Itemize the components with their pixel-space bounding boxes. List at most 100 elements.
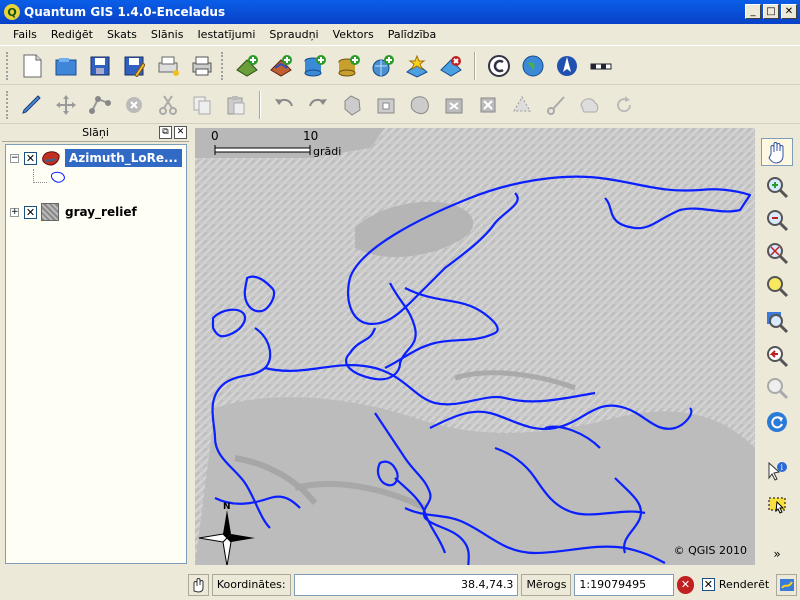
north-arrow-icon[interactable]	[553, 52, 581, 80]
select-features-icon[interactable]	[761, 490, 793, 518]
toolbar-grip-3[interactable]	[6, 90, 9, 119]
toolbar-separator-2	[259, 90, 261, 119]
copy-features-icon[interactable]	[188, 91, 216, 119]
save-as-icon[interactable]	[120, 52, 148, 80]
svg-text:i: i	[781, 463, 784, 472]
zoom-in-icon[interactable]	[761, 173, 793, 201]
new-vector-layer-icon[interactable]	[403, 52, 431, 80]
render-checkbox-group[interactable]: ✕ Renderēt	[698, 574, 773, 596]
menu-vektors[interactable]: Vektors	[326, 28, 381, 41]
cut-features-icon[interactable]	[154, 91, 182, 119]
remove-layer-icon[interactable]	[437, 52, 465, 80]
projection-globe-icon[interactable]	[519, 52, 547, 80]
layers-panel-header: Slāņi ⧉ ✕	[2, 124, 189, 142]
layers-panel-title: Slāņi	[82, 126, 109, 139]
add-vector-layer-icon[interactable]	[233, 52, 261, 80]
menu-rediget[interactable]: Rediģēt	[44, 28, 100, 41]
zoom-next-icon[interactable]	[761, 374, 793, 402]
toolbar-grip[interactable]	[6, 51, 9, 80]
layer-name-azimuth[interactable]: Azimuth_LoRe...	[65, 149, 182, 167]
menu-palidziba[interactable]: Palīdzība	[381, 28, 444, 41]
stop-render-icon[interactable]: ✕	[676, 575, 694, 594]
coordinates-label: Koordinātes:	[211, 573, 291, 596]
zoom-full-icon[interactable]	[761, 239, 793, 267]
scale-bar-unit-label: grādi	[313, 145, 342, 158]
layer-tree: − ✕ Azimuth_LoRe... + ✕ gray_relief	[5, 144, 187, 564]
layer-name-gray-relief[interactable]: gray_relief	[65, 205, 137, 219]
status-bar: Koordinātes: 38.4,74.3 Mērogs 1:19079495…	[0, 569, 800, 600]
qgis-app-icon: Q	[4, 4, 20, 20]
scale-bar-start-label: 0	[211, 129, 219, 143]
raster-layer-icon	[41, 203, 59, 221]
zoom-to-selection-icon[interactable]	[761, 272, 793, 300]
save-project-icon[interactable]	[86, 52, 114, 80]
open-project-icon[interactable]	[52, 52, 80, 80]
merge-features-icon[interactable]	[576, 91, 604, 119]
menu-fails[interactable]: Fails	[6, 28, 44, 41]
new-project-icon[interactable]	[18, 52, 46, 80]
split-features-icon[interactable]	[542, 91, 570, 119]
refresh-icon[interactable]	[761, 408, 793, 436]
scale-bar-icon[interactable]	[587, 52, 615, 80]
close-button[interactable]: ✕	[781, 4, 797, 19]
map-canvas[interactable]: 0 10 grādi N © QGIS 2010	[195, 128, 755, 565]
title-bar: Q Quantum GIS 1.4.0-Enceladus _ □ ✕	[0, 0, 800, 24]
move-feature-icon[interactable]	[52, 91, 80, 119]
menu-iestatijumi[interactable]: Iestatījumi	[190, 28, 262, 41]
expand-layer-toggle[interactable]: +	[10, 207, 19, 217]
scale-bar-end-label: 10	[303, 129, 319, 143]
add-ring-icon[interactable]	[372, 91, 400, 119]
layer-visibility-checkbox[interactable]: ✕	[24, 151, 37, 165]
print-composer-icon[interactable]	[154, 52, 182, 80]
crs-status-icon[interactable]	[776, 573, 797, 596]
add-postgis-layer-icon[interactable]	[301, 52, 329, 80]
delete-part-icon[interactable]	[474, 91, 502, 119]
file-toolbar	[0, 47, 800, 85]
toggle-extents-mouse-icon[interactable]	[188, 573, 209, 596]
add-spatialite-layer-icon[interactable]	[335, 52, 363, 80]
node-tool-icon[interactable]	[86, 91, 114, 119]
menu-skats[interactable]: Skats	[100, 28, 144, 41]
render-label: Renderēt	[718, 578, 770, 591]
rotate-point-symbols-icon[interactable]	[610, 91, 638, 119]
scale-input[interactable]: 1:19079495	[574, 573, 674, 596]
maximize-button[interactable]: □	[763, 4, 779, 19]
legend-symbol-icon	[50, 171, 66, 184]
copyright-label-icon[interactable]	[485, 52, 513, 80]
identify-features-icon[interactable]: i	[761, 458, 793, 486]
undo-icon[interactable]	[270, 91, 298, 119]
layer-row-azimuth[interactable]: − ✕ Azimuth_LoRe...	[10, 147, 182, 169]
delete-ring-icon[interactable]	[440, 91, 468, 119]
zoom-to-layer-icon[interactable]	[761, 308, 793, 336]
north-arrow-label: N	[223, 502, 231, 512]
toolbar-grip-2[interactable]	[221, 51, 224, 80]
layer-visibility-checkbox[interactable]: ✕	[24, 205, 37, 219]
menu-spraudni[interactable]: Spraudņi	[262, 28, 325, 41]
layers-panel: Slāņi ⧉ ✕ − ✕ Azimuth_LoRe... + ✕ gray_r…	[2, 124, 189, 568]
print-icon[interactable]	[188, 52, 216, 80]
collapse-layer-toggle[interactable]: −	[10, 153, 19, 163]
digitizing-toolbar	[0, 86, 800, 124]
delete-selected-icon[interactable]	[120, 91, 148, 119]
toggle-editing-icon[interactable]	[18, 91, 46, 119]
scale-label: Mērogs	[521, 573, 572, 596]
add-wms-layer-icon[interactable]	[369, 52, 397, 80]
add-island-icon[interactable]	[406, 91, 434, 119]
undock-panel-button[interactable]: ⧉	[159, 126, 172, 139]
add-raster-layer-icon[interactable]	[267, 52, 295, 80]
zoom-last-icon[interactable]	[761, 342, 793, 370]
redo-icon[interactable]	[304, 91, 332, 119]
paste-features-icon[interactable]	[222, 91, 250, 119]
reshape-features-icon[interactable]	[508, 91, 536, 119]
map-relief-svg	[195, 128, 755, 565]
more-tools-chevron-icon[interactable]: »	[761, 546, 793, 562]
layer-row-gray-relief[interactable]: + ✕ gray_relief	[10, 201, 137, 223]
minimize-button[interactable]: _	[745, 4, 761, 19]
render-checkbox[interactable]: ✕	[701, 578, 715, 591]
pan-map-icon[interactable]	[761, 138, 793, 166]
zoom-out-icon[interactable]	[761, 206, 793, 234]
map-navigation-toolbar: i »	[757, 128, 798, 568]
menu-slanis[interactable]: Slānis	[144, 28, 191, 41]
simplify-feature-icon[interactable]	[338, 91, 366, 119]
close-panel-button[interactable]: ✕	[174, 126, 187, 139]
